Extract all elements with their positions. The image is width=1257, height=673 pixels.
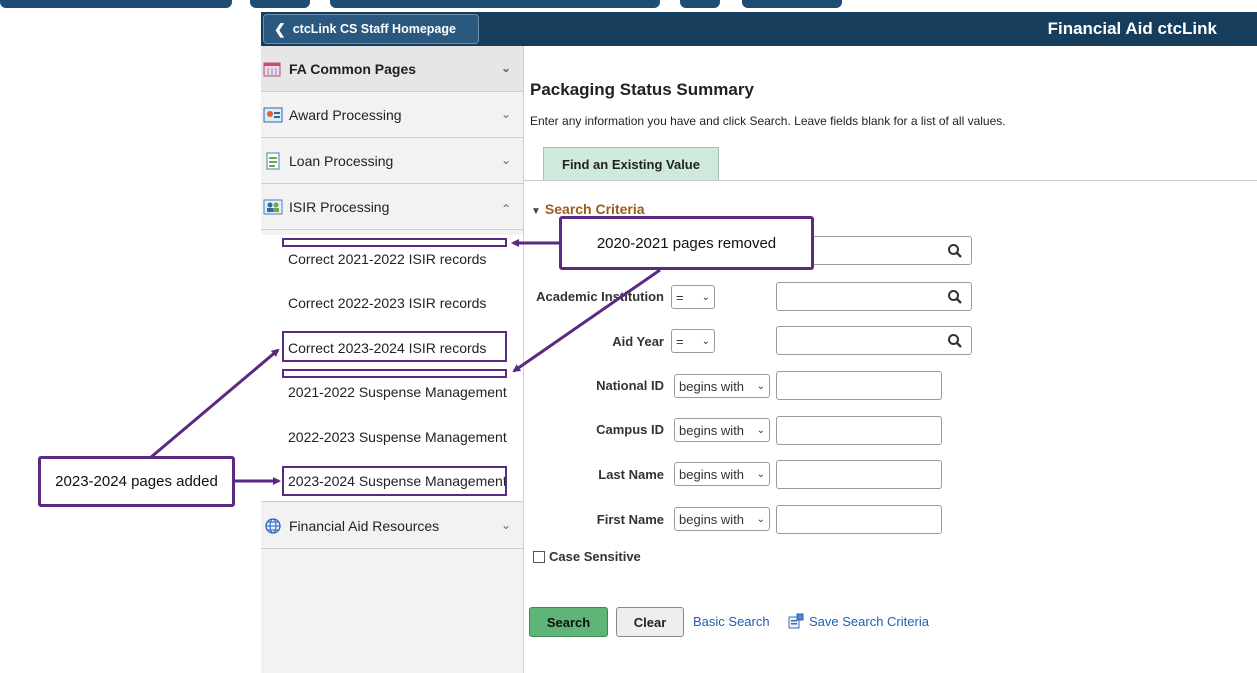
chevron-up-icon: ⌃ — [500, 202, 511, 216]
operator-value: begins with — [679, 422, 745, 438]
chevron-down-icon: ⌄ — [756, 424, 765, 436]
chevron-left-icon: ❮ — [274, 20, 286, 37]
callout-pages-added: 2023-2024 pages added — [38, 456, 235, 507]
national-id-label: National ID — [596, 378, 664, 393]
award-icon — [263, 106, 283, 124]
chevron-down-icon: ⌄ — [701, 291, 710, 303]
sidebar-item-2022-2023-suspense[interactable]: 2022-2023 Suspense Management — [288, 429, 507, 445]
chevron-down-icon: ⌄ — [756, 513, 765, 525]
last-name-input[interactable] — [776, 460, 942, 489]
sidebar-item-correct-2022-2023-isir[interactable]: Correct 2022-2023 ISIR records — [288, 295, 486, 311]
aid-year-operator[interactable]: = ⌄ — [671, 329, 715, 353]
chevron-down-icon: ⌄ — [701, 335, 710, 347]
chevron-down-icon: ⌄ — [756, 380, 765, 392]
heading-fragment — [680, 0, 720, 8]
last-name-label: Last Name — [598, 467, 664, 482]
first-name-label: First Name — [596, 512, 664, 527]
operator-value: begins with — [679, 466, 745, 482]
save-criteria-icon[interactable] — [788, 613, 804, 629]
nav-group-loan-processing[interactable]: Loan Processing ⌄ — [261, 138, 523, 184]
search-criteria-toggle[interactable]: ▼ Search Criteria — [531, 201, 645, 217]
tab-find-existing-value[interactable]: Find an Existing Value — [543, 147, 719, 180]
national-id-input[interactable] — [776, 371, 942, 400]
added-item-highlight — [282, 466, 507, 496]
aid-year-label: Aid Year — [612, 334, 664, 349]
tab-divider — [524, 180, 1257, 181]
heading-fragment — [0, 0, 232, 8]
search-icon[interactable] — [947, 333, 963, 349]
removed-item-highlight — [282, 369, 507, 378]
sidebar-item-2021-2022-suspense[interactable]: 2021-2022 Suspense Management — [288, 384, 507, 400]
arrow-to-added-top — [149, 348, 280, 460]
academic-institution-input[interactable] — [776, 282, 972, 311]
triangle-down-icon: ▼ — [531, 206, 541, 217]
national-id-operator[interactable]: begins with ⌄ — [674, 374, 770, 398]
chevron-down-icon: ⌄ — [500, 107, 511, 121]
nav-group-label: FA Common Pages — [289, 60, 417, 77]
people-icon — [263, 198, 283, 216]
campus-id-label: Campus ID — [596, 422, 664, 437]
removed-item-highlight — [282, 238, 507, 247]
campus-id-input[interactable] — [776, 416, 942, 445]
nav-group-isir-processing[interactable]: ISIR Processing ⌃ — [261, 184, 523, 230]
nav-group-fa-common-pages[interactable]: FA Common Pages ⌄ — [261, 46, 523, 92]
operator-value: begins with — [679, 511, 745, 527]
search-icon[interactable] — [947, 289, 963, 305]
chevron-down-icon: ⌄ — [500, 153, 511, 167]
nav-group-award-processing[interactable]: Award Processing ⌄ — [261, 92, 523, 138]
sidebar-item-correct-2021-2022-isir[interactable]: Correct 2021-2022 ISIR records — [288, 251, 486, 267]
heading-fragment — [250, 0, 310, 8]
chevron-down-icon: ⌄ — [500, 518, 511, 532]
page-title: Packaging Status Summary — [530, 80, 754, 99]
nav-group-label: Financial Aid Resources — [289, 517, 440, 534]
search-button[interactable]: Search — [529, 607, 608, 637]
case-sensitive-label: Case Sensitive — [549, 549, 641, 564]
nav-group-label: Loan Processing — [289, 152, 394, 169]
search-criteria-label: Search Criteria — [544, 201, 645, 217]
first-name-input[interactable] — [776, 505, 942, 534]
nav-group-financial-aid-resources[interactable]: Financial Aid Resources ⌄ — [261, 503, 523, 549]
chevron-down-icon: ⌄ — [756, 468, 765, 480]
academic-institution-label: Academic Institution — [536, 289, 664, 304]
checkbox-icon — [533, 550, 545, 563]
cropped-heading-band — [0, 0, 1257, 8]
app-title: Financial Aid ctcLink — [1047, 19, 1217, 38]
nav-group-label: ISIR Processing — [289, 198, 390, 215]
aid-year-input[interactable] — [776, 326, 972, 355]
search-icon[interactable] — [947, 243, 963, 259]
basic-search-link[interactable]: Basic Search — [693, 614, 770, 629]
heading-fragment — [330, 0, 660, 8]
document-icon — [263, 152, 283, 170]
academic-institution-operator[interactable]: = ⌄ — [671, 285, 715, 309]
added-item-highlight — [282, 331, 507, 362]
arrow-to-removed-bottom — [512, 268, 661, 373]
callout-pages-removed: 2020-2021 pages removed — [559, 216, 814, 270]
globe-icon — [263, 517, 283, 535]
homepage-button[interactable]: ❮ ctcLink CS Staff Homepage — [263, 14, 479, 44]
clear-button[interactable]: Clear — [616, 607, 684, 637]
operator-value: = — [676, 289, 684, 305]
instructions-text: Enter any information you have and click… — [530, 114, 1006, 128]
heading-fragment — [742, 0, 842, 8]
last-name-operator[interactable]: begins with ⌄ — [674, 462, 770, 486]
campus-id-operator[interactable]: begins with ⌄ — [674, 418, 770, 442]
operator-value: begins with — [679, 378, 745, 394]
nav-group-label: Award Processing — [289, 106, 402, 123]
case-sensitive-checkbox[interactable]: Case Sensitive — [533, 549, 641, 564]
chevron-down-icon: ⌄ — [500, 61, 511, 75]
operator-value: = — [676, 333, 684, 349]
calendar-icon — [263, 60, 283, 78]
homepage-button-label: ctcLink CS Staff Homepage — [292, 22, 456, 36]
save-search-criteria-link[interactable]: Save Search Criteria — [809, 614, 929, 629]
first-name-operator[interactable]: begins with ⌄ — [674, 507, 770, 531]
